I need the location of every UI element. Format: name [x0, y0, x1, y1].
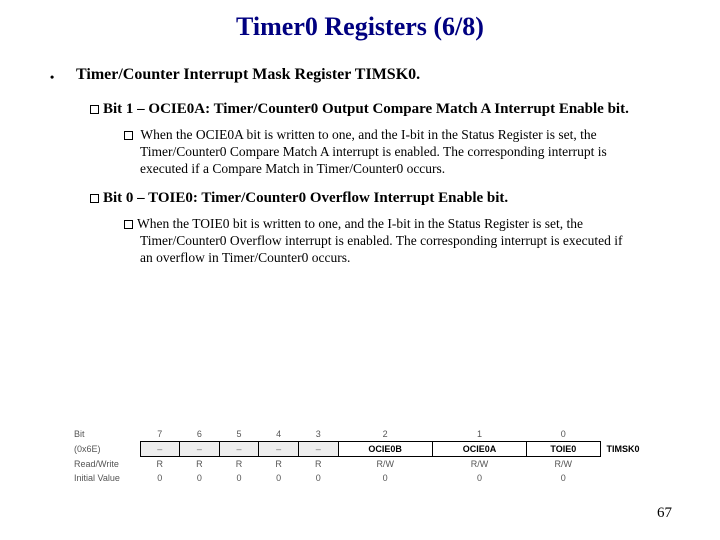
initial-value-row: Initial Value 0 0 0 0 0 0 0 0: [70, 471, 650, 485]
rw-col: R: [298, 457, 338, 472]
iv-label: Initial Value: [70, 471, 140, 485]
square-bullet-icon: [90, 194, 99, 203]
bit-col: 2: [338, 427, 432, 442]
bit1-heading-text: Bit 1 – OCIE0A: Timer/Counter0 Output Co…: [103, 101, 629, 117]
bit-col: 4: [259, 427, 299, 442]
bit-label: Bit: [70, 427, 140, 442]
rw-col: R: [140, 457, 180, 472]
bit-col: 3: [298, 427, 338, 442]
reg-bit-ocie0a: OCIE0A: [432, 442, 526, 457]
rw-col: R/W: [432, 457, 526, 472]
rw-col: R: [180, 457, 220, 472]
square-bullet-icon: [124, 131, 133, 140]
rw-col: R: [259, 457, 299, 472]
rw-col: R/W: [527, 457, 600, 472]
iv-col: 0: [219, 471, 259, 485]
bit-col: 0: [527, 427, 600, 442]
bit1-desc-text: When the OCIE0A bit is written to one, a…: [140, 127, 607, 176]
bit1-heading: Bit 1 – OCIE0A: Timer/Counter0 Output Co…: [90, 100, 670, 119]
reg-bit: –: [259, 442, 299, 457]
reg-bit-toie0: TOIE0: [527, 442, 600, 457]
register-bits-row: (0x6E) – – – – – OCIE0B OCIE0A TOIE0 TIM…: [70, 442, 650, 457]
reg-bit: –: [180, 442, 220, 457]
reg-bit: –: [140, 442, 180, 457]
iv-col: 0: [140, 471, 180, 485]
square-bullet-icon: [124, 220, 133, 229]
bit0-desc: When the TOIE0 bit is written to one, an…: [118, 216, 630, 267]
rw-col: R/W: [338, 457, 432, 472]
register-name: TIMSK0: [600, 442, 650, 457]
reg-bit-ocie0b: OCIE0B: [338, 442, 432, 457]
bit-col: 5: [219, 427, 259, 442]
bit0-heading-text: Bit 0 – TOIE0: Timer/Counter0 Overflow I…: [103, 190, 508, 206]
bit0-desc-text: When the TOIE0 bit is written to one, an…: [137, 216, 623, 265]
rw-row: Read/Write R R R R R R/W R/W R/W: [70, 457, 650, 472]
level1-item: • Timer/Counter Interrupt Mask Register …: [50, 66, 670, 88]
iv-col: 0: [527, 471, 600, 485]
bit-col: 1: [432, 427, 526, 442]
page-number: 67: [657, 505, 672, 522]
bit1-desc: When the OCIE0A bit is written to one, a…: [118, 127, 630, 178]
addr-label: (0x6E): [70, 442, 140, 457]
slide-title: Timer0 Registers (6/8): [0, 0, 720, 42]
register-diagram: Bit 7 6 5 4 3 2 1 0 (0x6E) – – – – – OCI…: [70, 427, 650, 485]
reg-bit: –: [298, 442, 338, 457]
rw-col: R: [219, 457, 259, 472]
slide-content: • Timer/Counter Interrupt Mask Register …: [0, 42, 720, 267]
iv-col: 0: [432, 471, 526, 485]
bit-col: 6: [180, 427, 220, 442]
bit-col: 7: [140, 427, 180, 442]
iv-col: 0: [180, 471, 220, 485]
reg-bit: –: [219, 442, 259, 457]
level1-text: Timer/Counter Interrupt Mask Register TI…: [76, 66, 420, 88]
bit0-heading: Bit 0 – TOIE0: Timer/Counter0 Overflow I…: [90, 189, 670, 208]
iv-col: 0: [298, 471, 338, 485]
iv-col: 0: [338, 471, 432, 485]
bit-number-row: Bit 7 6 5 4 3 2 1 0: [70, 427, 650, 442]
bullet-dot: •: [50, 66, 64, 88]
square-bullet-icon: [90, 105, 99, 114]
iv-col: 0: [259, 471, 299, 485]
rw-label: Read/Write: [70, 457, 140, 472]
